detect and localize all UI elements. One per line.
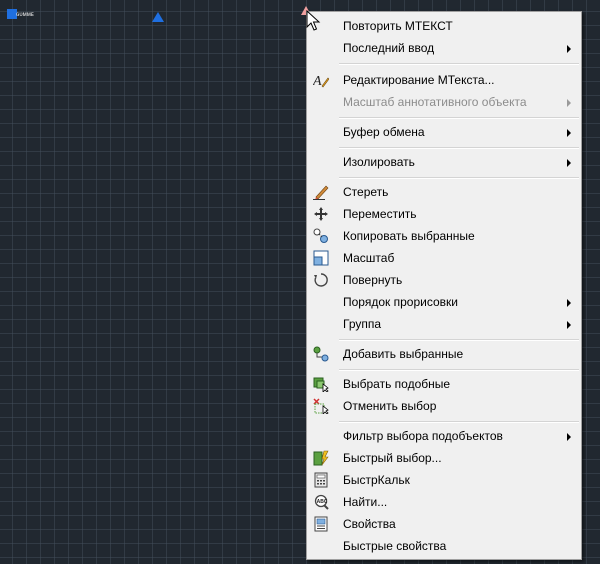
menu-item-quick-select[interactable]: Быстрый выбор... xyxy=(307,447,581,469)
menu-item-label: Масштаб xyxy=(343,251,395,265)
submenu-arrow-icon xyxy=(567,159,571,167)
submenu-arrow-icon xyxy=(567,99,571,107)
menu-item-quickcalc[interactable]: БыстрКальк xyxy=(307,469,581,491)
menu-item-label: Редактирование МТекста... xyxy=(343,73,495,87)
menu-item-label: Порядок прорисовки xyxy=(343,295,458,309)
menu-item-label: Буфер обмена xyxy=(343,125,425,139)
menu-item-quick-properties[interactable]: Быстрые свойства xyxy=(307,535,581,557)
menu-item-label: БыстрКальк xyxy=(343,473,410,487)
menu-item-label: Повторить МТЕКСТ xyxy=(343,19,453,33)
menu-item-rotate[interactable]: Повернуть xyxy=(307,269,581,291)
menu-item-label: Выбрать подобные xyxy=(343,377,451,391)
menu-item-label: Стереть xyxy=(343,185,389,199)
menu-item-label: Быстрый выбор... xyxy=(343,451,442,465)
menu-item-repeat-mtext[interactable]: Повторить МТЕКСТ xyxy=(307,15,581,37)
properties-icon xyxy=(314,516,328,532)
menu-item-move[interactable]: Переместить xyxy=(307,203,581,225)
submenu-arrow-icon xyxy=(567,299,571,307)
menu-item-label: Быстрые свойства xyxy=(343,539,447,553)
submenu-arrow-icon xyxy=(567,129,571,137)
menu-item-properties[interactable]: Свойства xyxy=(307,513,581,535)
menu-separator xyxy=(339,421,579,423)
menu-item-label: Переместить xyxy=(343,207,417,221)
menu-item-edit-mtext[interactable]: A Редактирование МТекста... xyxy=(307,69,581,91)
menu-item-draw-order[interactable]: Порядок прорисовки xyxy=(307,291,581,313)
submenu-arrow-icon xyxy=(567,321,571,329)
menu-item-subobject-filter[interactable]: Фильтр выбора подобъектов xyxy=(307,425,581,447)
mouse-cursor-icon xyxy=(306,10,321,31)
menu-item-deselect[interactable]: Отменить выбор xyxy=(307,395,581,417)
menu-item-label: Масштаб аннотативного объекта xyxy=(343,95,527,109)
select-similar-icon xyxy=(313,377,329,392)
menu-separator xyxy=(339,339,579,341)
menu-item-label: Повернуть xyxy=(343,273,403,287)
menu-item-label: Фильтр выбора подобъектов xyxy=(343,429,503,443)
submenu-arrow-icon xyxy=(567,45,571,53)
menu-item-copy-selection[interactable]: Копировать выбранные xyxy=(307,225,581,247)
svg-text:ABC: ABC xyxy=(317,499,328,505)
menu-separator xyxy=(339,369,579,371)
menu-item-label: Найти... xyxy=(343,495,388,509)
menu-item-label: Изолировать xyxy=(343,155,415,169)
menu-item-add-selected[interactable]: Добавить выбранные xyxy=(307,343,581,365)
copy-icon xyxy=(313,228,328,243)
menu-separator xyxy=(339,63,579,65)
move-icon xyxy=(314,207,328,221)
menu-item-label: Добавить выбранные xyxy=(343,347,464,361)
rotate-icon xyxy=(314,273,328,287)
find-icon: ABC xyxy=(314,494,329,510)
svg-text:A: A xyxy=(313,74,322,88)
menu-separator xyxy=(339,177,579,179)
menu-separator xyxy=(339,147,579,149)
menu-item-annotative-scale[interactable]: Масштаб аннотативного объекта xyxy=(307,91,581,113)
scale-icon xyxy=(313,250,329,266)
menu-item-erase[interactable]: Стереть xyxy=(307,181,581,203)
menu-item-label: Группа xyxy=(343,317,382,331)
menu-item-find[interactable]: ABC Найти... xyxy=(307,491,581,513)
deselect-icon xyxy=(313,398,329,414)
menu-item-label: Копировать выбранные xyxy=(343,229,475,243)
context-menu: Повторить МТЕКСТ Последний ввод A Редакт… xyxy=(306,11,582,560)
edit-mtext-icon: A xyxy=(313,74,329,88)
menu-item-label: Отменить выбор xyxy=(343,399,437,413)
menu-separator xyxy=(339,117,579,119)
calculator-icon xyxy=(314,472,328,488)
submenu-arrow-icon xyxy=(567,433,571,441)
menu-item-group[interactable]: Группа xyxy=(307,313,581,335)
add-selected-icon xyxy=(313,346,329,362)
menu-item-scale[interactable]: Масштаб xyxy=(307,247,581,269)
erase-icon xyxy=(313,185,329,200)
menu-item-recent-input[interactable]: Последний ввод xyxy=(307,37,581,59)
menu-item-label: Свойства xyxy=(343,517,396,531)
menu-item-clipboard[interactable]: Буфер обмена xyxy=(307,121,581,143)
menu-item-isolate[interactable]: Изолировать xyxy=(307,151,581,173)
menu-item-select-similar[interactable]: Выбрать подобные xyxy=(307,373,581,395)
menu-item-label: Последний ввод xyxy=(343,41,435,55)
quick-select-icon xyxy=(313,450,329,466)
grip-triangle[interactable] xyxy=(152,12,164,22)
mtext-fragment: ɢᴜᴍᴍᴇ xyxy=(16,12,34,18)
